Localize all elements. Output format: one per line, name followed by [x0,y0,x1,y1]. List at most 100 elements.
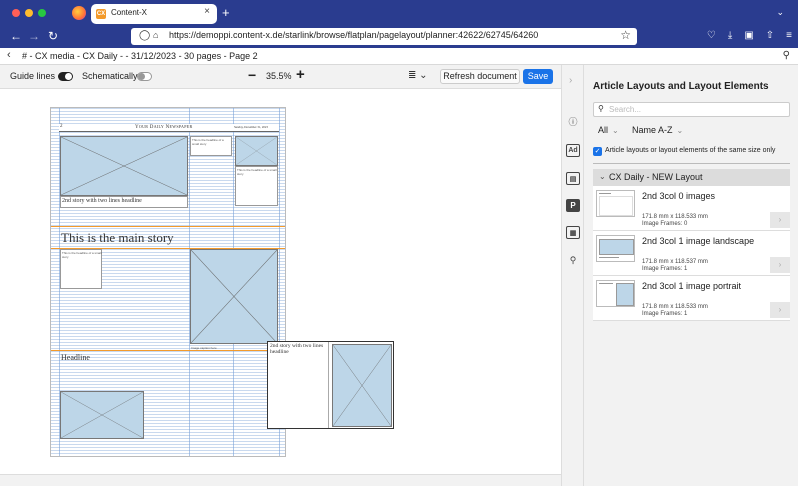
browser-titlebar: CX Content-X × + ⌄ [0,0,798,26]
schematically-toggle[interactable] [137,72,152,81]
drag-headline: 2nd story with two lines headline [270,343,324,355]
small-story-headline: This is the headline of a small story [192,138,224,146]
story2-headline: 2nd story with two lines headline [62,198,142,204]
layout-search-input[interactable]: ⚲ Search... [593,102,790,117]
chevron-right-icon[interactable]: › [770,212,790,228]
tab-close-icon[interactable]: × [204,6,210,17]
back-arrow-icon[interactable]: ← [10,29,22,43]
same-size-checkbox[interactable]: ✓ [593,147,602,156]
panel-title: Article Layouts and Layout Elements [593,81,769,92]
new-tab-icon[interactable]: + [222,5,230,20]
zoom-in-button[interactable]: + [296,66,305,83]
browser-tools: ♡ ⤓ ▣ ⇧ ≡ [707,30,792,41]
chevron-right-icon[interactable]: › [770,302,790,318]
forward-arrow-icon[interactable]: → [28,29,40,43]
list-menu-icon[interactable]: ≣ ⌄ [408,70,428,81]
layout-name: 2nd 3col 0 images [642,191,716,201]
content-x-favicon-icon: CX [96,9,106,19]
share-icon[interactable]: ⇧ [766,30,774,41]
chevron-right-icon[interactable]: › [770,257,790,273]
browser-navbar: ← → ↻ ◯ ⌂ https://demoppi.content-x.de/s… [0,26,798,48]
dragged-layout-preview[interactable]: 2nd story with two lines headline [267,341,394,429]
zoom-out-button[interactable]: − [248,67,256,83]
layout-icon[interactable]: ▦ [566,226,580,239]
info-icon[interactable]: ⓘ [566,115,580,128]
pocket-icon[interactable]: ♡ [707,30,716,41]
image-frame[interactable] [190,249,278,344]
panel-rail: › ⓘ Ad ▤ P ▦ ⚲ [561,65,583,486]
image-frame[interactable] [235,136,278,166]
search-icon: ⚲ [598,104,604,113]
layout-item[interactable]: 2nd 3col 1 image portrait 171.8 mm x 118… [593,276,790,321]
main-headline: This is the main story [61,230,174,245]
layout-thumbnail [596,280,635,307]
page-icon[interactable]: ▤ [566,172,580,185]
text-frame[interactable]: This is the headline of a small story [60,249,102,289]
save-button[interactable]: Save [523,69,553,84]
firefox-icon [72,6,86,20]
panel-divider [593,163,790,164]
search-placeholder: Search... [609,105,642,114]
user-icon[interactable]: ⚲ [783,50,790,61]
layout-name: 2nd 3col 1 image portrait [642,281,742,291]
menu-hamburger-icon[interactable]: ≡ [786,30,792,41]
text-frame[interactable]: This is the headline of a small story [190,136,232,156]
url-bar[interactable]: ◯ ⌂ https://demoppi.content-x.de/starlin… [131,28,637,45]
tab-title: Content-X [111,8,148,17]
drag-divider [328,342,329,428]
image-frame[interactable] [60,391,144,439]
orange-guide [51,350,285,351]
sub-headline: Headline [61,353,90,362]
sort-label: Name A-Z [632,125,673,135]
lock-icon: ⌂ [153,30,159,40]
downloads-icon[interactable]: ⤓ [728,30,732,41]
filter-all-dropdown[interactable]: All ⌄ [598,125,619,135]
layout-name: 2nd 3col 1 image landscape [642,236,755,246]
text-frame[interactable]: This is the headline of a small story [235,166,278,206]
reload-icon[interactable]: ↻ [48,29,58,43]
collapse-panel-icon[interactable]: › [569,75,572,86]
layout-group-header[interactable]: ⌄ CX Daily - NEW Layout [593,169,790,186]
extension-icon[interactable]: ▣ [744,30,753,41]
text-frame[interactable]: This is the main story [60,230,190,246]
maximize-window-button[interactable] [38,9,46,17]
bookmark-star-icon[interactable]: ☆ [620,28,631,42]
guide-lines-toggle[interactable] [58,72,73,81]
text-frame[interactable]: 2nd story with two lines headline [60,196,188,208]
filter-all-label: All [598,125,609,135]
shield-icon: ◯ [139,30,151,41]
image-frame[interactable] [60,136,188,196]
chevron-down-icon: ⌄ [599,172,606,181]
layout-item[interactable]: 2nd 3col 0 images 171.8 mm x 118.533 mm … [593,186,790,231]
newspaper-page[interactable]: 2 Your Daily Newspaper Sunday, December … [50,107,286,457]
layout-item[interactable]: 2nd 3col 1 image landscape 171.8 mm x 11… [593,231,790,276]
zoom-value: 35.5% [266,71,292,81]
image-frame[interactable] [332,344,392,427]
schematically-label: Schematically [82,71,138,81]
masthead[interactable]: 2 Your Daily Newspaper Sunday, December … [59,124,279,132]
layout-frames: Image Frames: 0 [642,221,688,227]
layout-group-label: CX Daily - NEW Layout [609,172,703,182]
masthead-title: Your Daily Newspaper [135,125,193,130]
tab-list-chevron-icon[interactable]: ⌄ [776,7,784,18]
editor-toolbar: Guide lines Schematically − 35.5% + ≣ ⌄ … [0,65,561,89]
browser-tab[interactable]: CX Content-X × [91,4,217,24]
ad-icon[interactable]: Ad [566,144,580,157]
layouts-panel: Article Layouts and Layout Elements ⚲ Se… [583,65,798,486]
refresh-document-button[interactable]: Refresh document [440,69,520,84]
search-icon[interactable]: ⚲ [566,254,580,267]
text-frame[interactable]: Headline [60,353,144,365]
layout-frames: Image Frames: 1 [642,266,688,272]
p-icon[interactable]: P [566,199,580,212]
date-line: Sunday, December 31, 2023 [234,125,268,129]
sort-dropdown[interactable]: Name A-Z ⌄ [632,125,683,135]
minimize-window-button[interactable] [25,9,33,17]
layout-size: 171.8 mm x 118.533 mm [642,304,708,310]
breadcrumb-back-icon[interactable]: ‹ [7,49,11,61]
layout-thumbnail [596,190,635,217]
url-text[interactable]: https://demoppi.content-x.de/starlink/br… [169,30,538,40]
horizontal-scrollbar[interactable] [0,474,561,486]
layout-size: 171.8 mm x 118.533 mm [642,214,708,220]
close-window-button[interactable] [12,9,20,17]
layout-list: 2nd 3col 0 images 171.8 mm x 118.533 mm … [593,186,790,321]
